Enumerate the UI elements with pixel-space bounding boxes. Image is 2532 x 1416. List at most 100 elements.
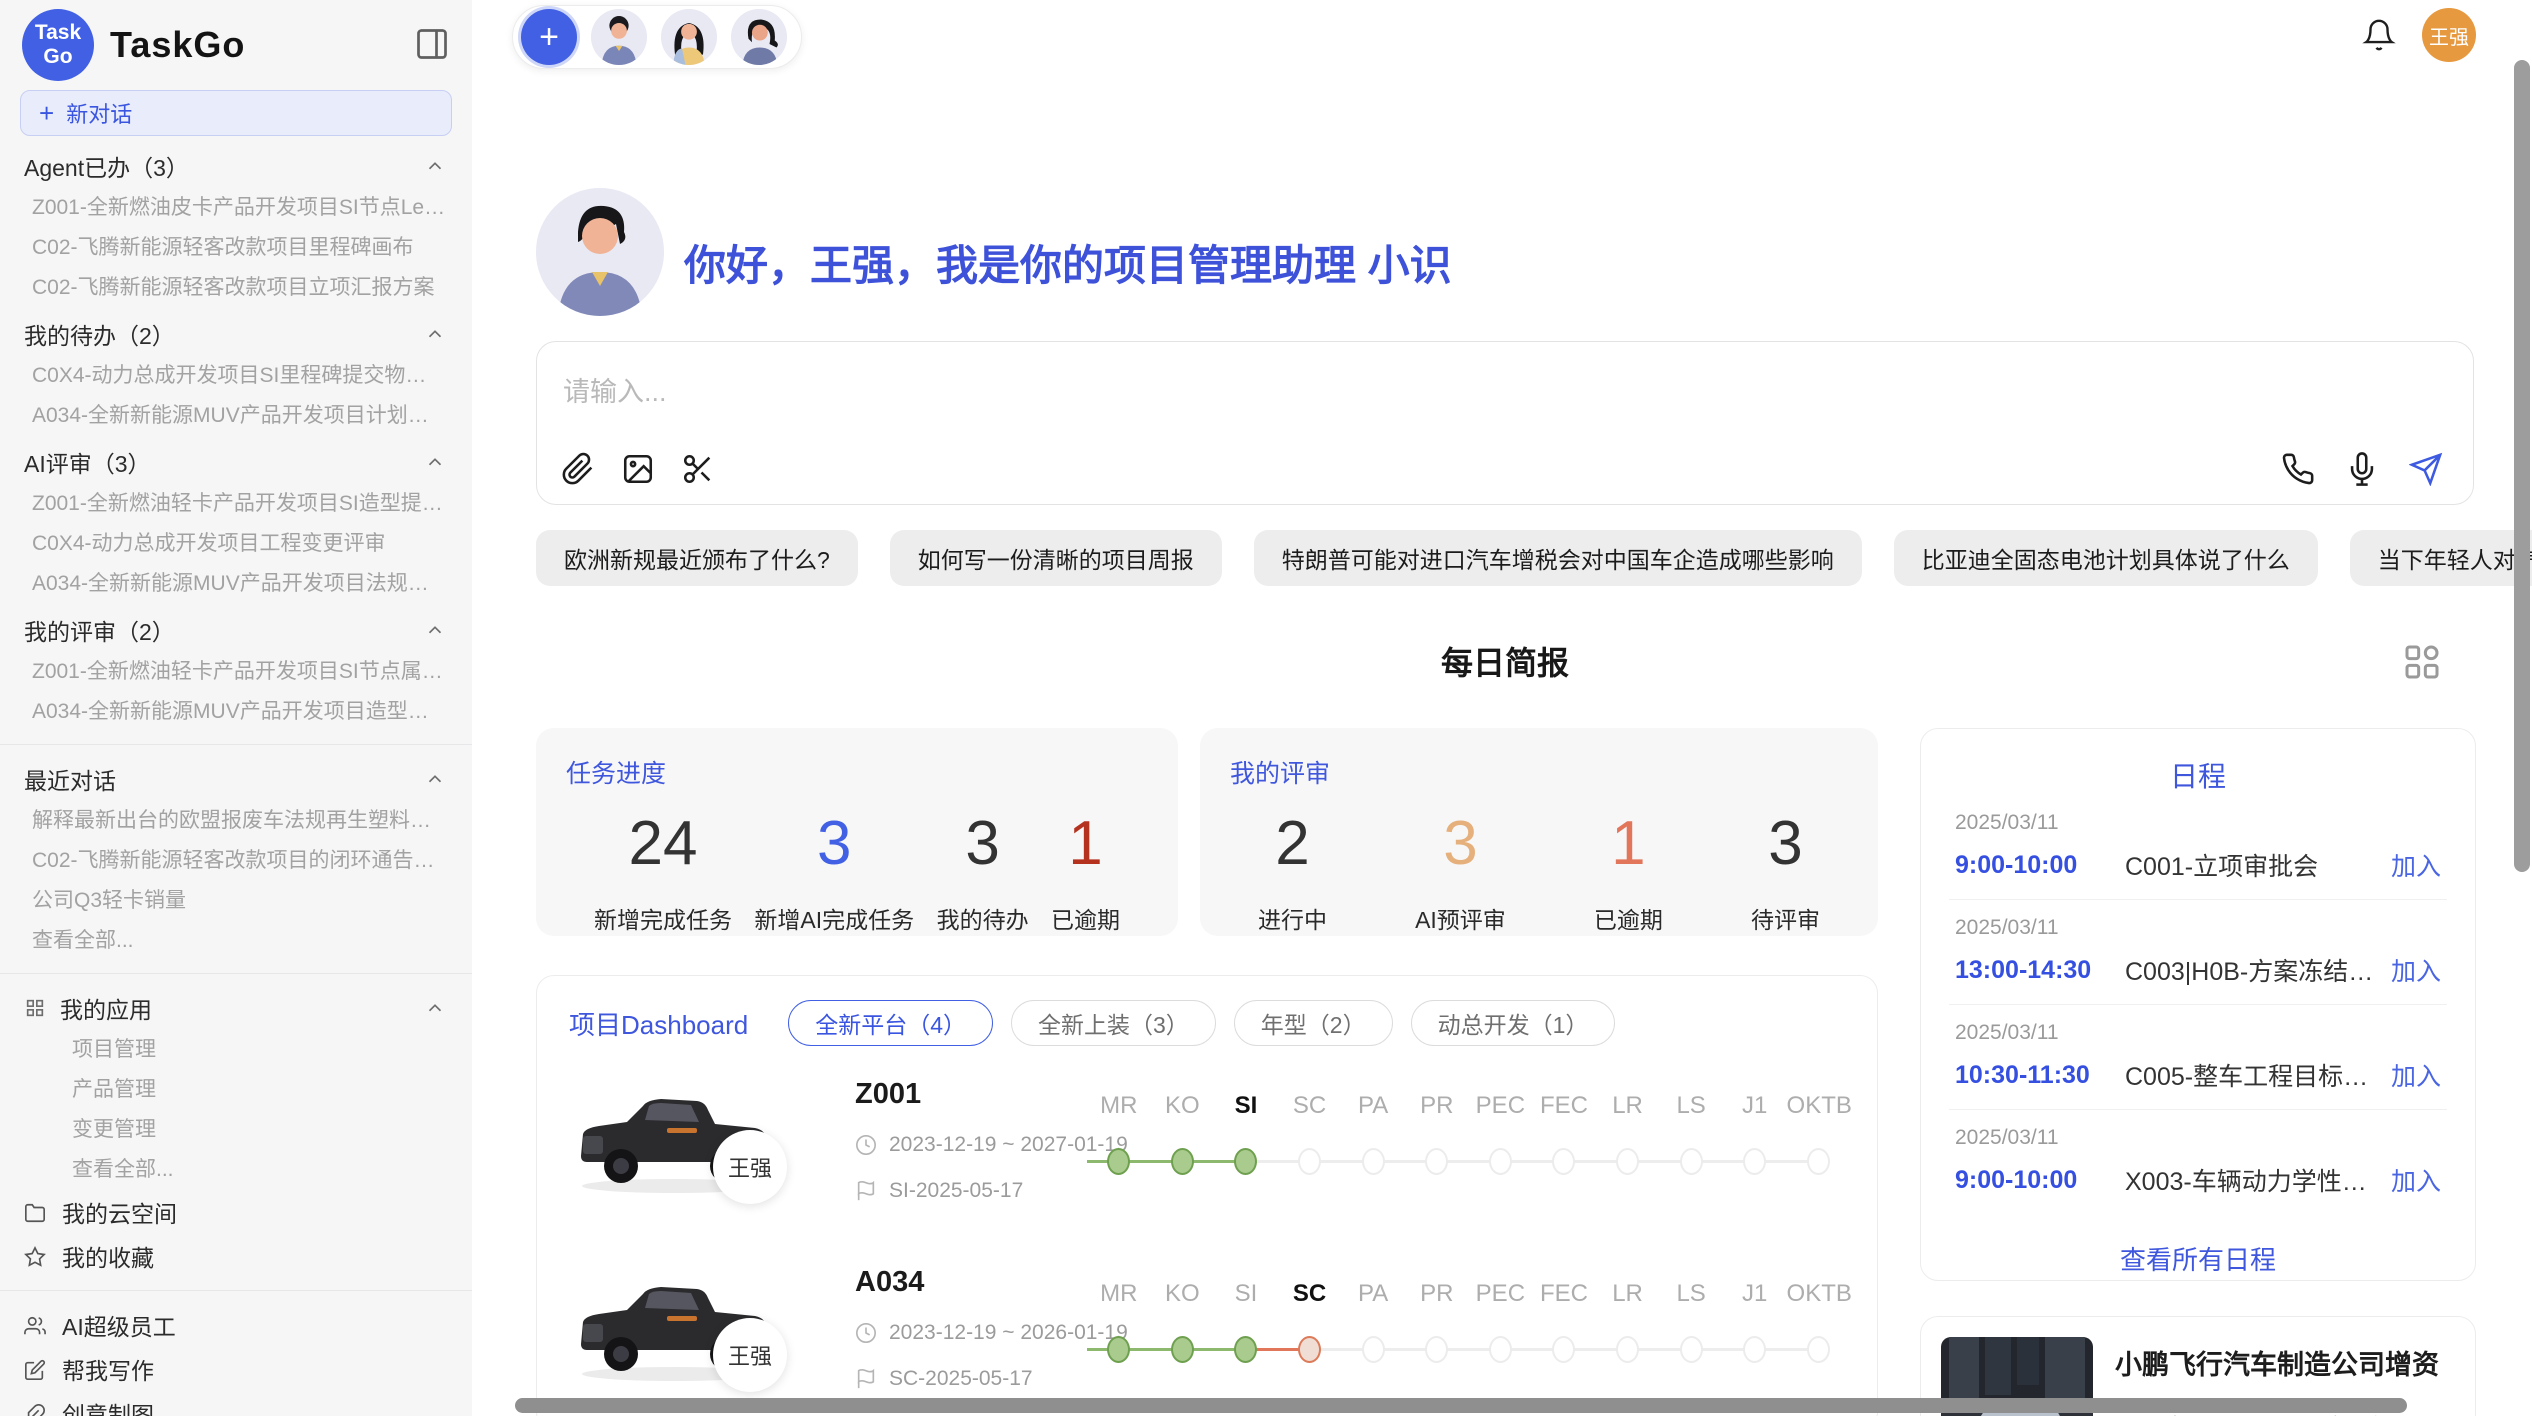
- milestone-track: MRKOSISCPAPRPECFECLRLSJ1OKTB: [1087, 1092, 1851, 1188]
- stat-label: 已逾期: [1594, 901, 1663, 935]
- milestone-label: SC: [1278, 1092, 1342, 1120]
- agent-avatar-3[interactable]: [731, 9, 787, 65]
- chevron-up-icon[interactable]: [424, 155, 446, 177]
- schedule-item[interactable]: 2025/03/1110:30-11:30C005-整车工程目标评审加入: [1921, 1005, 2475, 1109]
- project-row[interactable]: 王强A0342023-12-19 ~ 2026-01-19SC-2025-05-…: [567, 1252, 1851, 1416]
- flag-icon: [855, 1180, 877, 1202]
- paperclip-icon[interactable]: [561, 452, 595, 486]
- sidebar-section-group-2[interactable]: AI评审（3）: [0, 440, 472, 484]
- milestone-dot: [1298, 1148, 1321, 1175]
- notification-bell-icon[interactable]: [2362, 18, 2396, 52]
- sidebar-task-item[interactable]: Z001-全新燃油皮卡产品开发项目SI节点Lesson Learn报告: [0, 188, 472, 228]
- schedule-name: C005-整车工程目标评审: [2125, 1057, 2377, 1093]
- sidebar-item-star[interactable]: 我的收藏: [0, 1234, 472, 1278]
- milestone-track: MRKOSISCPAPRPECFECLRLSJ1OKTB: [1087, 1280, 1851, 1376]
- milestone-label: PA: [1341, 1092, 1405, 1120]
- suggestion-chip[interactable]: 特朗普可能对进口汽车增税会对中国车企造成哪些影响: [1254, 530, 1862, 586]
- schedule-item[interactable]: 2025/03/119:00-10:00C001-立项审批会加入: [1921, 795, 2475, 899]
- sidebar-task-item[interactable]: C02-飞腾新能源轻客改款项目里程碑画布: [0, 228, 472, 268]
- sidebar-recent-item[interactable]: C02-飞腾新能源轻客改款项目的闭环通告反馈情况: [0, 841, 472, 881]
- sidebar-section-group-1[interactable]: 我的待办（2）: [0, 312, 472, 356]
- chat-input[interactable]: 请输入...: [563, 370, 667, 409]
- sidebar-app-item[interactable]: 查看全部...: [0, 1150, 472, 1190]
- sidebar-collapse-icon[interactable]: [414, 26, 450, 62]
- sidebar-section-group-0[interactable]: Agent已办（3）: [0, 144, 472, 188]
- suggestion-chip[interactable]: 欧洲新规最近颁布了什么?: [536, 530, 858, 586]
- milestone-label: PEC: [1469, 1092, 1533, 1120]
- sidebar-section-group-3[interactable]: 我的评审（2）: [0, 608, 472, 652]
- sidebar-task-item[interactable]: Z001-全新燃油轻卡产品开发项目SI节点属性5D文件评审: [0, 652, 472, 692]
- sidebar-app-item[interactable]: 变更管理: [0, 1110, 472, 1150]
- app-root: Task Go TaskGo + 新对话 Agent已办（3）Z001-全新燃油…: [0, 0, 2532, 1416]
- dashboard-tab[interactable]: 全新平台（4）: [788, 1000, 993, 1046]
- scissors-icon[interactable]: [681, 452, 715, 486]
- sidebar-task-item[interactable]: A034-全新新能源MUV产品开发项目法规符合性评审: [0, 564, 472, 604]
- milestone-cell: LS: [1659, 1280, 1723, 1376]
- sidebar-task-item[interactable]: C0X4-动力总成开发项目工程变更评审: [0, 524, 472, 564]
- chevron-up-icon[interactable]: [424, 323, 446, 345]
- sidebar-link-label: 我的收藏: [62, 1239, 154, 1273]
- new-chat-button[interactable]: + 新对话: [20, 90, 452, 136]
- chevron-up-icon[interactable]: [424, 997, 446, 1019]
- agent-avatar-2[interactable]: [661, 9, 717, 65]
- sidebar-tool-feather[interactable]: 创意制图: [0, 1391, 472, 1416]
- dashboard-tab[interactable]: 全新上装（3）: [1011, 1000, 1216, 1046]
- sidebar-tool-label: AI超级员工: [62, 1308, 176, 1342]
- stat-value: 3: [1751, 808, 1820, 879]
- agent-avatar-1[interactable]: [591, 9, 647, 65]
- sidebar-app-item[interactable]: 产品管理: [0, 1070, 472, 1110]
- sidebar-tool-edit[interactable]: 帮我写作: [0, 1347, 472, 1391]
- dashboard-tab[interactable]: 年型（2）: [1234, 1000, 1393, 1046]
- sidebar-tool-users[interactable]: AI超级员工: [0, 1303, 472, 1347]
- milestone-dot: [1234, 1148, 1257, 1175]
- dashboard-tab[interactable]: 动总开发（1）: [1411, 1000, 1616, 1046]
- stat-value: 3: [1415, 808, 1506, 879]
- stat-block: 1已逾期: [1051, 808, 1120, 935]
- sidebar-task-item[interactable]: A034-全新新能源MUV产品开发项目造型可行性评审: [0, 692, 472, 732]
- schedule-item[interactable]: 2025/03/1113:00-14:30C003|H0B-方案冻结评审加入: [1921, 900, 2475, 1004]
- schedule-item[interactable]: 2025/03/119:00-10:00X003-车辆动力学性能验...加入: [1921, 1110, 2475, 1214]
- milestone-label: MR: [1087, 1280, 1151, 1308]
- chevron-up-icon[interactable]: [424, 451, 446, 473]
- sidebar-task-item[interactable]: C0X4-动力总成开发项目SI里程碑提交物检查: [0, 356, 472, 396]
- join-meeting-link[interactable]: 加入: [2391, 847, 2441, 883]
- schedule-date: 2025/03/11: [1955, 811, 2441, 835]
- user-avatar[interactable]: 王强: [2422, 8, 2476, 62]
- stat-label: 我的待办: [937, 901, 1029, 935]
- sidebar-task-item[interactable]: C02-飞腾新能源轻客改款项目立项汇报方案: [0, 268, 472, 308]
- chevron-up-icon[interactable]: [424, 619, 446, 641]
- sidebar-section-my-apps[interactable]: 我的应用: [0, 986, 472, 1030]
- sidebar-recent-item[interactable]: 解释最新出台的欧盟报废车法规再生塑料比例被调至15%...: [0, 801, 472, 841]
- sidebar-app-item[interactable]: 项目管理: [0, 1030, 472, 1070]
- sidebar-recent-item[interactable]: 查看全部...: [0, 921, 472, 961]
- sidebar-section-recent[interactable]: 最近对话: [0, 757, 472, 801]
- join-meeting-link[interactable]: 加入: [2391, 1162, 2441, 1198]
- add-agent-button[interactable]: +: [521, 9, 577, 65]
- join-meeting-link[interactable]: 加入: [2391, 952, 2441, 988]
- stat-row: 24新增完成任务3新增AI完成任务3我的待办1已逾期: [566, 808, 1148, 935]
- sidebar-task-item[interactable]: A034-全新新能源MUV产品开发项目计划变更表编写: [0, 396, 472, 436]
- send-icon[interactable]: [2409, 452, 2443, 486]
- vertical-scrollbar[interactable]: [2514, 60, 2530, 872]
- view-all-schedules-link[interactable]: 查看所有日程: [1921, 1240, 2475, 1277]
- greeting-text: 你好，王强，我是你的项目管理助理 小识: [684, 232, 1452, 293]
- suggestion-chip[interactable]: 当下年轻人对汽车外观有怎样的喜好趋势: [2350, 530, 2532, 586]
- join-meeting-link[interactable]: 加入: [2391, 1057, 2441, 1093]
- brief-layout-icon[interactable]: [2402, 642, 2442, 682]
- suggestion-chip[interactable]: 比亚迪全固态电池计划具体说了什么: [1894, 530, 2318, 586]
- project-row[interactable]: 王强Z0012023-12-19 ~ 2027-01-19SI-2025-05-…: [567, 1064, 1851, 1236]
- image-upload-icon[interactable]: [621, 452, 655, 486]
- stat-value: 24: [594, 808, 732, 879]
- sidebar-tool-label: 帮我写作: [62, 1352, 154, 1386]
- sidebar-recent-item[interactable]: 公司Q3轻卡销量: [0, 881, 472, 921]
- sidebar-item-folder[interactable]: 我的云空间: [0, 1190, 472, 1234]
- horizontal-scrollbar[interactable]: [515, 1398, 2407, 1413]
- schedule-date: 2025/03/11: [1955, 916, 2441, 940]
- section-title-text: Agent已办（3）: [24, 149, 189, 183]
- chevron-up-icon[interactable]: [424, 768, 446, 790]
- sidebar-task-item[interactable]: Z001-全新燃油轻卡产品开发项目SI造型提交物评审: [0, 484, 472, 524]
- suggestion-chip[interactable]: 如何写一份清晰的项目周报: [890, 530, 1222, 586]
- milestone-dot: [1171, 1336, 1194, 1363]
- microphone-icon[interactable]: [2345, 452, 2379, 486]
- phone-call-icon[interactable]: [2281, 452, 2315, 486]
